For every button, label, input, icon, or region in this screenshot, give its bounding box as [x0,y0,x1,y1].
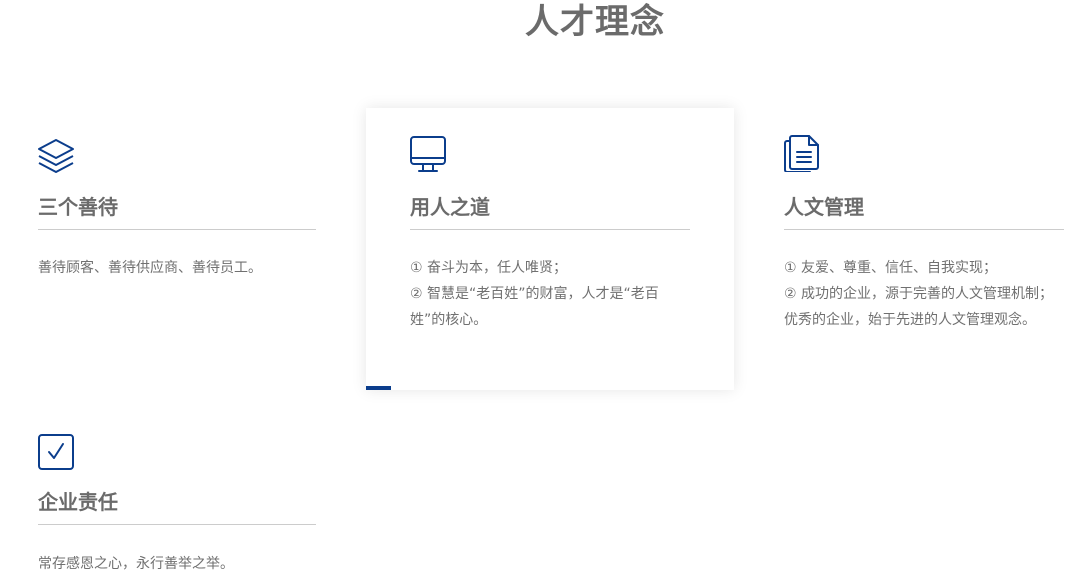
card-text-line: 常存感恩之心，永行善举之举。 [38,556,234,572]
card-body: 善待顾客、善待供应商、善待员工。 [38,255,328,281]
card-employment-principle[interactable]: 用人之道 ① 奋斗为本，任人唯贤； ② 智慧是“老百姓”的财富，人才是“老百姓”… [366,108,734,390]
card-title: 企业责任 [38,490,118,514]
divider [784,229,1064,230]
card-title: 人文管理 [784,195,864,219]
checkbox-icon [36,432,76,472]
divider [410,229,690,230]
card-text-line: ② 成功的企业，源于完善的人文管理机制；优秀的企业，始于先进的人文管理观念。 [784,286,1053,328]
card-title: 用人之道 [410,195,490,219]
card-text-line: ① 友爱、尊重、信任、自我实现； [784,260,998,276]
divider [38,524,316,525]
monitor-icon [408,134,448,174]
card-body: 常存感恩之心，永行善举之举。 [38,551,328,577]
card-text-line: 善待顾客、善待供应商、善待员工。 [38,260,262,276]
card-three-treatments[interactable]: 三个善待 善待顾客、善待供应商、善待员工。 [0,108,340,390]
active-indicator [366,386,391,390]
divider [38,229,316,230]
card-corporate-responsibility[interactable]: 企业责任 常存感恩之心，永行善举之举。 [0,404,340,584]
card-humanistic-management[interactable]: 人文管理 ① 友爱、尊重、信任、自我实现； ② 成功的企业，源于完善的人文管理机… [746,108,1078,390]
card-body: ① 友爱、尊重、信任、自我实现； ② 成功的企业，源于完善的人文管理机制；优秀的… [784,255,1064,333]
card-body: ① 奋斗为本，任人唯贤； ② 智慧是“老百姓”的财富，人才是“老百姓”的核心。 [410,255,692,333]
documents-icon [782,132,822,172]
layers-icon [36,136,76,176]
card-text-line: ② 智慧是“老百姓”的财富，人才是“老百姓”的核心。 [410,286,659,328]
card-text-line: ① 奋斗为本，任人唯贤； [410,260,568,276]
card-title: 三个善待 [38,195,118,219]
page-title: 人才理念 [525,2,665,42]
